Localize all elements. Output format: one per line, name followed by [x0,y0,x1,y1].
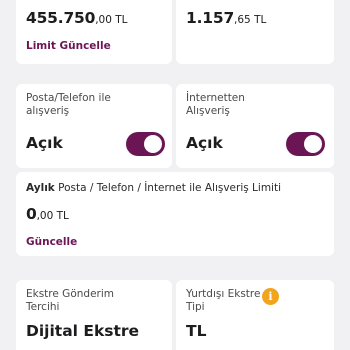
mail-phone-toggle[interactable] [126,132,165,156]
mail-phone-shopping-card: Posta/Telefon ile alışveriş Açık [16,84,172,168]
internet-status: Açık [186,134,223,152]
limit-card: 455.750,00 TL Limit Güncelle [16,0,172,64]
statement-preference-card[interactable]: Ekstre Gönderim Tercihi Dijital Ekstre [16,280,172,350]
internet-toggle[interactable] [286,132,325,156]
foreign-statement-value: TL [186,322,207,340]
statement-preference-label: Ekstre Gönderim Tercihi [26,288,114,313]
monthly-limit-update-link[interactable]: Güncelle [26,236,77,248]
foreign-statement-label: Yurtdışı Ekstre Tipi [186,288,261,313]
monthly-limit-label: Aylık Posta / Telefon / İnternet ile Alı… [26,182,282,194]
monthly-limit-amount: 0,00 TL [26,205,69,223]
foreign-statement-card[interactable]: Yurtdışı Ekstre Tipi i TL [176,280,334,350]
internet-label: İnternetten Alışveriş [186,92,245,117]
available-card: 1.157,65 TL [176,0,334,64]
monthly-limit-card: Aylık Posta / Telefon / İnternet ile Alı… [16,172,334,256]
available-amount: 1.157,65 TL [186,9,267,27]
toggle-knob [144,135,162,153]
internet-shopping-card: İnternetten Alışveriş Açık [176,84,334,168]
toggle-knob [304,135,322,153]
limit-amount: 455.750,00 TL [26,9,128,27]
statement-preference-value: Dijital Ekstre [26,322,140,340]
mail-phone-status: Açık [26,134,63,152]
mail-phone-label: Posta/Telefon ile alışveriş [26,92,111,117]
limit-update-link[interactable]: Limit Güncelle [26,40,111,52]
info-icon[interactable]: i [262,288,279,305]
